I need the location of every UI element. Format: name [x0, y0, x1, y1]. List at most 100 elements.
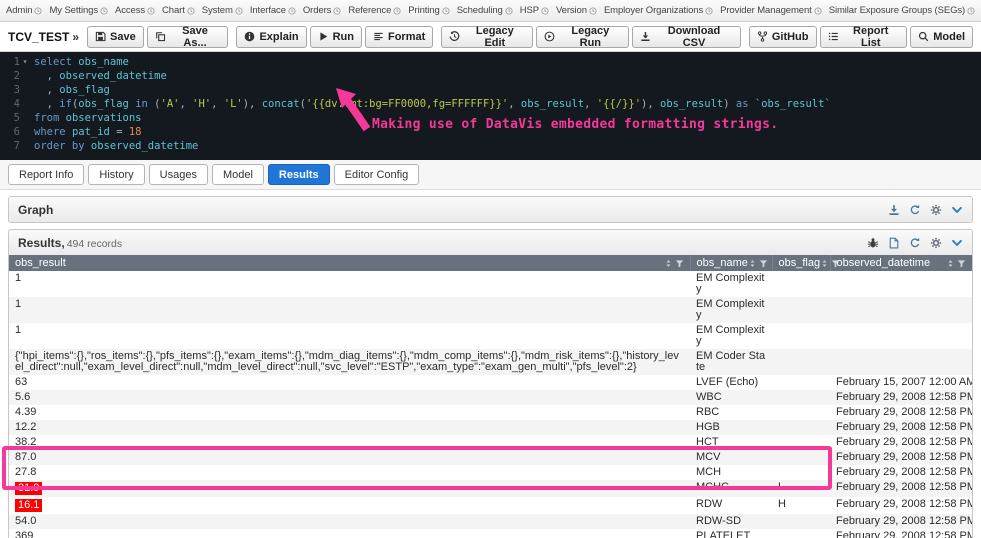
tab-usages[interactable]: Usages [149, 164, 208, 185]
nav-item-label: Printing [408, 5, 439, 16]
chevron-down-icon[interactable] [951, 237, 963, 249]
table-row[interactable]: 369PLATELETFebruary 29, 2008 12:58 PM [9, 529, 972, 538]
explain-button[interactable]: Explain [236, 26, 306, 48]
nav-item-provider-management[interactable]: Provider Management [720, 5, 822, 16]
line-number: 2 [0, 69, 30, 83]
sort-icon[interactable] [946, 259, 955, 268]
file-icon[interactable] [888, 237, 900, 249]
nav-item-orders[interactable]: Orders [303, 5, 341, 16]
refresh-icon[interactable] [909, 204, 921, 216]
cell-obs-result: 369 [9, 529, 690, 538]
cell-obs-name: MCHC [690, 480, 772, 497]
cell-obs-result: 16.1 [9, 497, 690, 514]
download-csv-button[interactable]: Download CSV [632, 26, 741, 48]
cell-obs-result: 5.6 [9, 390, 690, 405]
cell-obs-flag: L [772, 480, 830, 497]
copy-icon [155, 31, 166, 42]
nav-item-system[interactable]: System [202, 5, 243, 16]
toolbar-button-group: GitHubReport ListModel [749, 26, 973, 48]
cell-obs-result: 4.39 [9, 405, 690, 420]
cell-observed-datetime [830, 349, 972, 375]
history-icon [449, 31, 460, 42]
graph-panel-tools [888, 204, 963, 216]
sort-icon[interactable] [664, 259, 673, 268]
results-panel-header[interactable]: Results,494 records [9, 230, 972, 255]
cell-obs-result: 31.9 [9, 480, 690, 497]
nav-item-hsp[interactable]: HSP [520, 5, 549, 16]
tab-editor-config[interactable]: Editor Config [334, 164, 420, 185]
sql-editor[interactable]: 1▾select obs_name2 , observed_datetime3 … [0, 52, 981, 160]
column-header-obs-name[interactable]: obs_name [690, 255, 772, 271]
table-row[interactable]: 1EM Complexity [9, 297, 972, 323]
model-button[interactable]: Model [910, 26, 973, 48]
nav-item-reference[interactable]: Reference [348, 5, 401, 16]
fold-arrow-icon[interactable]: ▾ [20, 55, 30, 69]
filter-icon[interactable] [957, 259, 966, 268]
cell-obs-result: 12.2 [9, 420, 690, 435]
sort-icon[interactable] [748, 259, 757, 268]
gear-icon[interactable] [930, 204, 942, 216]
table-row[interactable]: 38.2HCTFebruary 29, 2008 12:58 PM [9, 435, 972, 450]
filter-icon[interactable] [759, 259, 768, 268]
cell-obs-result: 1 [9, 323, 690, 349]
tab-results[interactable]: Results [268, 164, 330, 185]
report-list-button[interactable]: Report List [820, 26, 908, 48]
nav-item-version[interactable]: Version [556, 5, 597, 16]
table-row[interactable]: 5.6WBC February 29, 2008 12:58 PM [9, 390, 972, 405]
save-button[interactable]: Save [87, 26, 144, 48]
button-label: Format [388, 31, 425, 43]
table-row[interactable]: 16.1RDWHFebruary 29, 2008 12:58 PM [9, 497, 972, 514]
table-row[interactable]: 1EM Complexity [9, 271, 972, 297]
table-row[interactable]: 63LVEF (Echo)February 15, 2007 12:00 AM [9, 375, 972, 390]
table-row[interactable]: 27.8MCHFebruary 29, 2008 12:58 PM [9, 465, 972, 480]
chevron-down-icon[interactable] [951, 204, 963, 216]
bug-icon[interactable] [867, 237, 879, 249]
cell-obs-result: 27.8 [9, 465, 690, 480]
refresh-icon[interactable] [909, 237, 921, 249]
legacy-edit-button[interactable]: Legacy Edit [441, 26, 533, 48]
column-header-observed-datetime[interactable]: observed_datetime [830, 255, 972, 271]
table-row[interactable]: {"hpi_items":{},"ros_items":{},"pfs_item… [9, 349, 972, 375]
nav-item-interface[interactable]: Interface [250, 5, 296, 16]
column-header-obs-flag[interactable]: obs_flag [772, 255, 830, 271]
nav-item-printing[interactable]: Printing [408, 5, 449, 16]
sort-icon[interactable] [820, 259, 829, 268]
nav-item-label: HSP [520, 5, 539, 16]
nav-item-similar-exposure-groups-segs[interactable]: Similar Exposure Groups (SEGs) [829, 5, 975, 16]
cell-obs-name: EM Complexity [690, 271, 772, 297]
download-icon[interactable] [888, 204, 900, 216]
save-as-button[interactable]: Save As... [147, 26, 229, 48]
cell-obs-name: WBC [690, 390, 772, 405]
format-button[interactable]: Format [365, 26, 433, 48]
table-row[interactable]: 1EM Complexity [9, 323, 972, 349]
tab-history[interactable]: History [88, 164, 144, 185]
column-header-obs-result[interactable]: obs_result [9, 255, 690, 271]
nav-item-employer-organizations[interactable]: Employer Organizations [604, 5, 713, 16]
tab-model[interactable]: Model [212, 164, 264, 185]
nav-item-admin[interactable]: Admin [6, 5, 42, 16]
clock-icon [442, 7, 450, 15]
run-button[interactable]: Run [310, 26, 362, 48]
table-row[interactable]: 87.0MCVFebruary 29, 2008 12:58 PM [9, 450, 972, 465]
table-row[interactable]: 54.0RDW-SDFebruary 29, 2008 12:58 PM [9, 514, 972, 529]
nav-item-access[interactable]: Access [115, 5, 155, 16]
graph-panel-header[interactable]: Graph [9, 197, 972, 222]
nav-item-chart[interactable]: Chart [162, 5, 195, 16]
legacy-run-button[interactable]: Legacy Run [536, 26, 629, 48]
cell-observed-datetime [830, 297, 972, 323]
nav-item-scheduling[interactable]: Scheduling [457, 5, 513, 16]
filter-icon[interactable] [675, 259, 684, 268]
nav-item-label: Admin [6, 5, 32, 16]
nav-item-my-settings[interactable]: My Settings [49, 5, 108, 16]
button-label: Legacy Run [559, 25, 621, 49]
table-row[interactable]: 12.2HGBFebruary 29, 2008 12:58 PM [9, 420, 972, 435]
cell-observed-datetime: February 29, 2008 12:58 PM [830, 390, 972, 405]
github-button[interactable]: GitHub [749, 26, 817, 48]
table-row[interactable]: 4.39RBCFebruary 29, 2008 12:58 PM [9, 405, 972, 420]
clock-icon [814, 7, 822, 15]
floppy-icon [95, 31, 106, 42]
gear-icon[interactable] [930, 237, 942, 249]
nav-item-label: Version [556, 5, 587, 16]
table-row[interactable]: 31.9MCHCLFebruary 29, 2008 12:58 PM [9, 480, 972, 497]
tab-report-info[interactable]: Report Info [8, 164, 84, 185]
